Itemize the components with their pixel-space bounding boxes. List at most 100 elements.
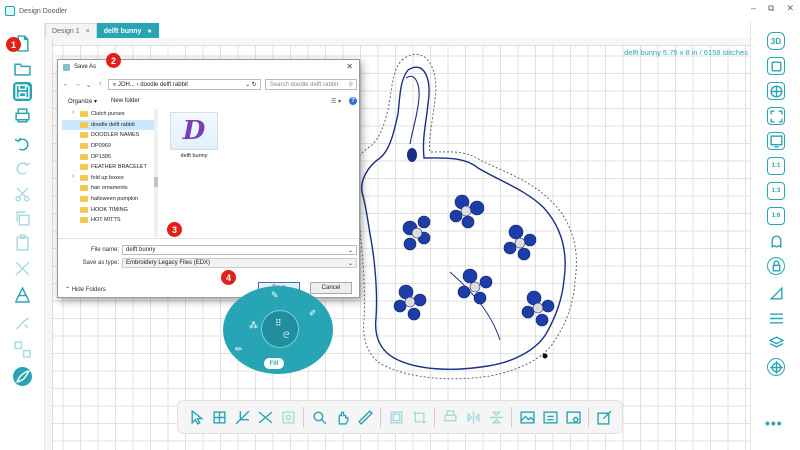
print-icon[interactable] [442, 409, 458, 425]
align-icon[interactable] [767, 309, 785, 327]
eraser-icon[interactable]: ✏ [235, 344, 243, 355]
folder-item[interactable]: fold up boxes [62, 173, 157, 184]
zoom-1-3-button[interactable]: 1:3 [767, 182, 785, 200]
folder-item[interactable]: Clutch purses [62, 109, 157, 120]
tab-close-icon[interactable]: × [86, 28, 90, 35]
bunny-eye [407, 148, 417, 162]
file-caption: delft bunny [180, 153, 208, 159]
folder-item[interactable]: doodle delft rabbit [62, 119, 157, 131]
folder-item[interactable]: DP1395 [62, 151, 157, 162]
undo-icon[interactable] [13, 134, 32, 153]
redo-icon[interactable] [13, 158, 32, 177]
left-toolbar [0, 22, 45, 450]
text-icon[interactable] [13, 285, 32, 304]
3d-view-button[interactable]: 3D [767, 32, 785, 50]
print-icon[interactable] [13, 106, 32, 125]
transform-icon[interactable] [13, 340, 32, 359]
tab-modified-icon[interactable]: ● [147, 28, 151, 35]
stack-icon[interactable] [767, 333, 785, 351]
brush-icon[interactable]: ✐ [309, 308, 317, 319]
grid-dots-icon[interactable]: ⠿ [275, 318, 282, 329]
lasso-icon[interactable]: ᘓ [283, 330, 289, 341]
hide-folders-button[interactable]: ⌃ Hide Folders [65, 286, 106, 293]
grid-icon[interactable] [767, 82, 785, 100]
pen-icon[interactable]: ✎ [271, 290, 279, 301]
rect-select-icon[interactable] [280, 409, 296, 425]
file-thumbnail[interactable]: D delft bunny [166, 112, 222, 174]
image-edit-icon[interactable] [542, 409, 558, 425]
path-breadcrumb[interactable]: « JOH... › doodle delft rabbit ⌄ ↻ [107, 79, 261, 90]
edit-icon[interactable] [596, 409, 612, 425]
chevron-down-icon[interactable]: ⌄ [348, 247, 353, 254]
open-icon[interactable] [13, 59, 32, 78]
folder-scrollbar[interactable] [154, 109, 158, 237]
help-icon[interactable]: ? [349, 97, 357, 105]
search-placeholder: Search doodle delft rabbit [269, 81, 339, 88]
folder-item[interactable]: FEATHER BRACELET [62, 162, 157, 173]
nodes-icon[interactable]: ⁂ [249, 320, 258, 331]
folder-item[interactable]: hair ornaments [62, 183, 157, 194]
fill-button[interactable]: Fill [263, 357, 285, 370]
minimize-button[interactable]: – [751, 3, 756, 14]
zoom-1-1-button[interactable]: 1:1 [767, 157, 785, 175]
save-type-select[interactable]: Embroidery Legacy Files (EDX) ⌄ [122, 258, 357, 268]
layers-icon[interactable] [767, 284, 785, 302]
square-icon[interactable] [767, 57, 785, 75]
scrollbar-thumb[interactable] [154, 177, 158, 187]
view-options-button[interactable]: ☰ ▾ [331, 98, 341, 105]
pan-icon[interactable] [334, 409, 350, 425]
new-folder-button[interactable]: New folder [111, 98, 140, 104]
measure-icon[interactable] [357, 409, 373, 425]
dialog-close-button[interactable]: ✕ [346, 62, 353, 71]
mirror-v-icon[interactable] [465, 409, 481, 425]
hoop-icon[interactable] [767, 358, 785, 376]
node-edit-icon[interactable] [211, 409, 227, 425]
tab-delft-bunny[interactable]: delft bunny ● [96, 23, 159, 38]
forward-arrow-icon[interactable]: → [73, 81, 81, 88]
cut-icon[interactable] [13, 185, 32, 204]
split-icon[interactable] [234, 409, 250, 425]
bunny-design[interactable] [340, 40, 610, 385]
zoom-1-6-button[interactable]: 1:6 [767, 207, 785, 225]
restore-button[interactable]: ⧉ [768, 3, 774, 14]
folder-item[interactable]: HOOK TIMING [62, 204, 157, 215]
stitch-icon[interactable] [13, 367, 32, 386]
image-trace-icon[interactable] [565, 409, 581, 425]
delete-icon[interactable] [13, 259, 32, 278]
file-name-input[interactable]: delft bunny ⌄ [122, 245, 357, 255]
copy-icon[interactable] [13, 209, 32, 228]
chevron-down-icon[interactable]: ⌄ [348, 260, 353, 267]
toolbar-separator [380, 407, 381, 427]
ghost-icon[interactable] [767, 232, 785, 250]
monitor-icon[interactable] [767, 132, 785, 150]
image-icon[interactable] [519, 409, 535, 425]
dialog-app-icon [63, 63, 70, 71]
folder-item[interactable]: DP0969 [62, 141, 157, 152]
up-arrow-icon[interactable]: ↑ [96, 81, 103, 88]
fit-icon[interactable] [767, 107, 785, 125]
paste-icon[interactable] [13, 233, 32, 252]
draw-icon[interactable] [13, 313, 32, 332]
folder-icon [80, 153, 88, 160]
more-options-button[interactable]: ••• [765, 415, 783, 431]
folder-item[interactable]: HOT MITTS [62, 215, 157, 226]
organize-menu[interactable]: Organize ▾ [68, 98, 97, 105]
mirror-h-icon[interactable] [488, 409, 504, 425]
crop-icon[interactable] [411, 409, 427, 425]
close-window-button[interactable]: ✕ [786, 3, 794, 14]
cancel-button[interactable]: Cancel [310, 282, 352, 294]
folder-item[interactable]: DOODLER NAMES [62, 130, 157, 141]
scissors-icon[interactable] [257, 409, 273, 425]
radial-center[interactable] [261, 310, 299, 348]
path-dropdown-icon[interactable]: ⌄ ↻ [245, 81, 257, 88]
back-arrow-icon[interactable]: ← [62, 81, 69, 88]
folder-item[interactable]: halloween pumpkin [62, 194, 157, 205]
zoom-icon[interactable] [311, 409, 327, 425]
lock-icon[interactable] [767, 257, 785, 275]
select-icon[interactable] [188, 409, 204, 425]
save-icon[interactable] [13, 82, 32, 101]
recent-chevron-icon[interactable]: ⌄ [85, 81, 92, 89]
tab-design-1[interactable]: Design 1 × [45, 23, 97, 38]
frame-icon[interactable] [388, 409, 404, 425]
search-input[interactable]: Search doodle delft rabbit ⚲ [264, 79, 357, 90]
